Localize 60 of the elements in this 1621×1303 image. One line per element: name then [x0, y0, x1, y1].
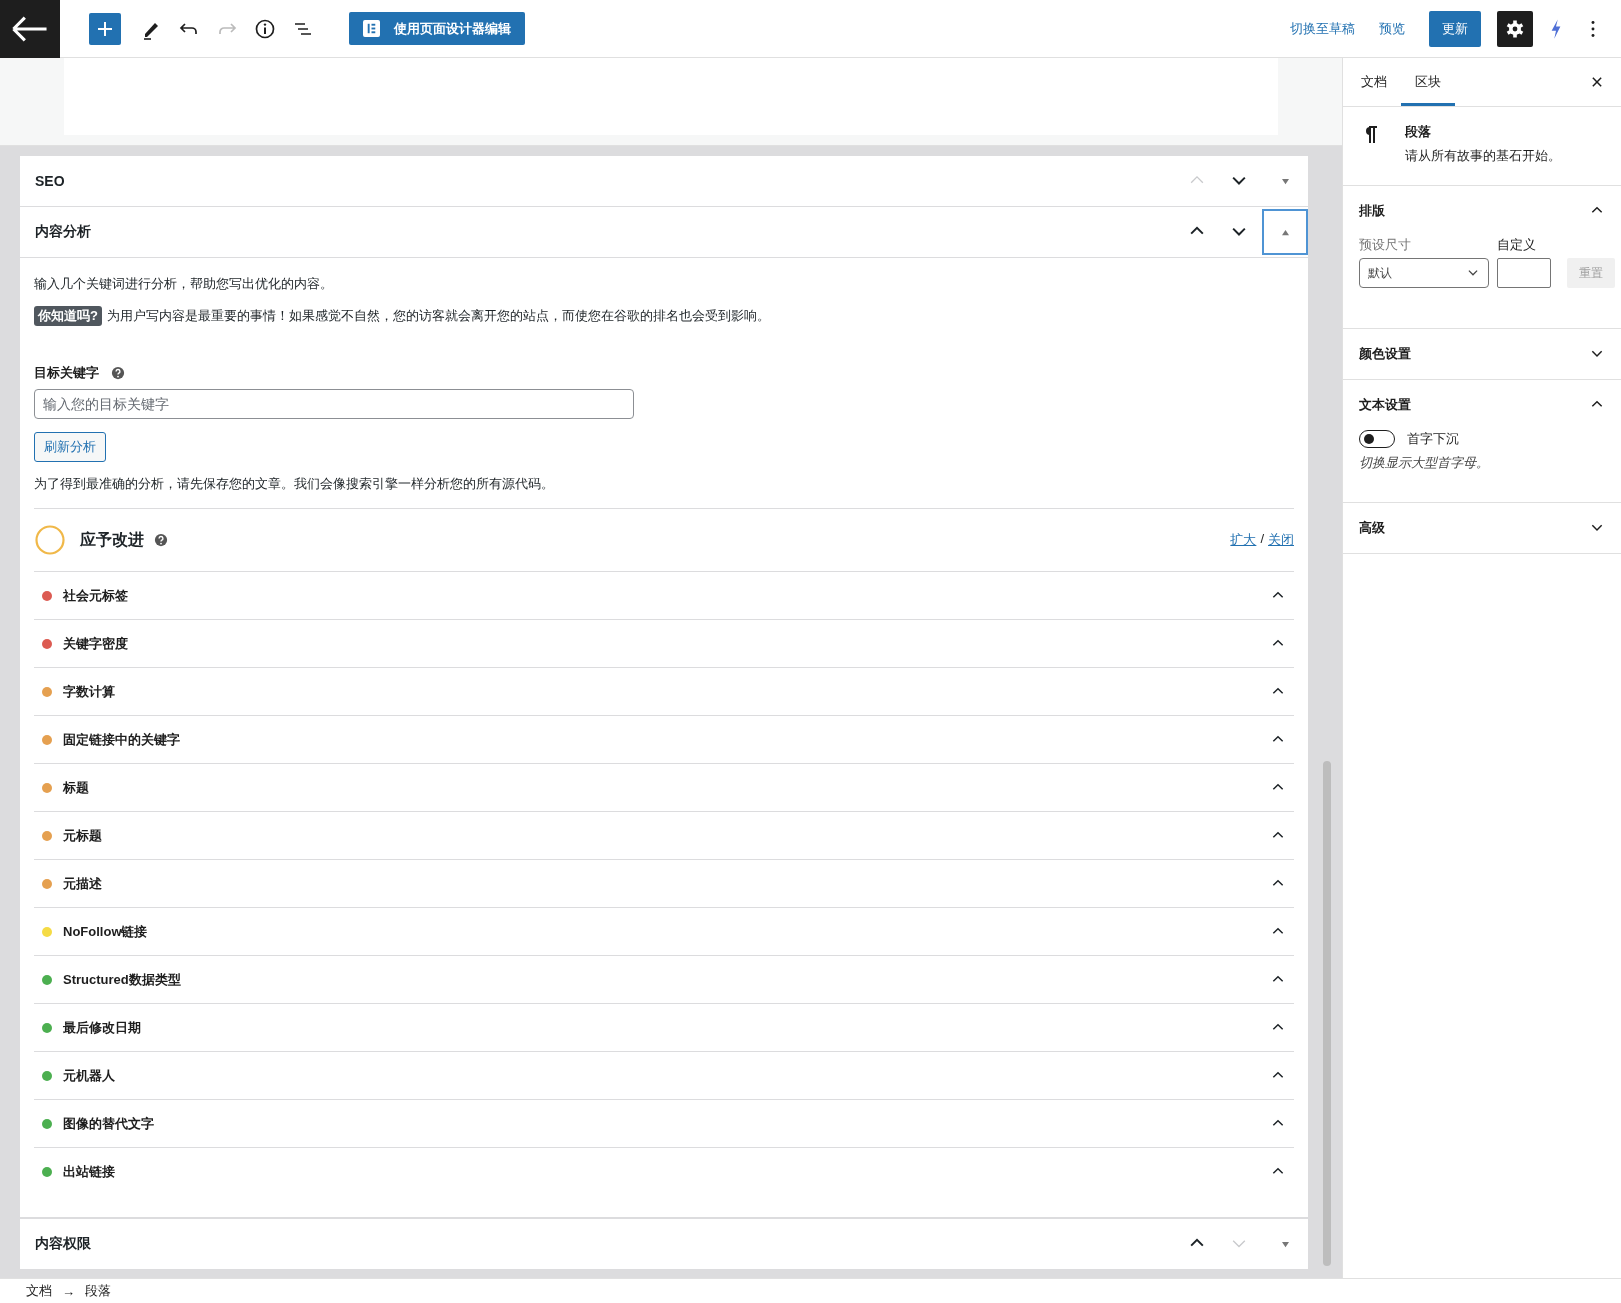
update-button[interactable]: 更新 — [1429, 10, 1481, 47]
metabox-title: SEO — [35, 173, 66, 189]
check-row[interactable]: 元描述 — [34, 860, 1294, 908]
scrollbar-thumb[interactable] — [1323, 761, 1331, 1266]
panel-header[interactable]: 排版 — [1343, 186, 1621, 236]
breadcrumb-link[interactable]: 文档 — [26, 1282, 52, 1300]
builder-logo-icon — [363, 20, 380, 37]
check-row[interactable]: 社会元标签 — [34, 572, 1294, 620]
save-hint-text: 为了得到最准确的分析，请先保存您的文章。我们会像搜索引擎一样分析您的所有源代码。 — [34, 474, 1294, 509]
refresh-analysis-button[interactable]: 刷新分析 — [34, 432, 106, 462]
drop-cap-help-text: 切换显示大型首字母。 — [1359, 454, 1490, 472]
breadcrumb-separator: → — [62, 1283, 75, 1299]
metabox-title: 内容权限 — [35, 1235, 92, 1253]
check-row[interactable]: 元机器人 — [34, 1052, 1294, 1100]
settings-icon[interactable] — [1497, 10, 1533, 47]
drop-cap-label: 首字下沉 — [1407, 430, 1459, 448]
preset-size-select[interactable]: 默认 — [1359, 258, 1489, 288]
check-row[interactable]: 最后修改日期 — [34, 1004, 1294, 1052]
close-all-link[interactable]: 关闭 — [1268, 531, 1294, 549]
custom-size-label: 自定义 — [1497, 236, 1537, 254]
add-icon[interactable] — [89, 12, 121, 45]
check-row[interactable]: 出站链接 — [34, 1148, 1294, 1195]
toggle-panel-button[interactable] — [1262, 209, 1308, 255]
panel-header[interactable]: 文本设置 — [1343, 380, 1621, 430]
custom-size-field[interactable] — [1497, 258, 1551, 288]
preset-size-label: 预设尺寸 — [1359, 236, 1412, 254]
link-separator: / — [1260, 531, 1264, 548]
check-row[interactable]: NoFollow链接 — [34, 908, 1294, 956]
switch-to-draft-link[interactable]: 切换至草稿 — [1290, 19, 1355, 38]
score-ring-icon — [34, 524, 66, 556]
preview-link[interactable]: 预览 — [1379, 19, 1405, 38]
triangle-down-icon — [1280, 177, 1290, 185]
panel-header[interactable]: 颜色设置 — [1343, 329, 1621, 379]
panel-header[interactable]: 高级 — [1343, 503, 1621, 553]
page-builder-button[interactable]: 使用页面设计器编辑 — [349, 12, 525, 45]
triangle-up-icon — [1280, 228, 1290, 236]
check-row[interactable]: 元标题 — [34, 812, 1294, 860]
check-row[interactable]: 标题 — [34, 764, 1294, 812]
check-row[interactable]: 字数计算 — [34, 668, 1294, 716]
check-row[interactable]: 关键字密度 — [34, 620, 1294, 668]
check-row[interactable]: 固定链接中的关键字 — [34, 716, 1294, 764]
expand-all-link[interactable]: 扩大 — [1230, 531, 1257, 549]
help-icon — [154, 533, 168, 547]
sidebar-tab[interactable]: 文档 — [1347, 61, 1401, 106]
tip-badge: 你知道吗? — [34, 306, 102, 326]
check-row[interactable]: Structured数据类型 — [34, 956, 1294, 1004]
block-description: 请从所有故事的基石开始。 — [1405, 147, 1561, 165]
keyword-label: 目标关键字 — [34, 364, 99, 382]
breadcrumb-link[interactable]: 段落 — [85, 1282, 111, 1300]
intro-text: 输入几个关键词进行分析，帮助您写出优化的内容。 — [34, 275, 334, 293]
check-row[interactable]: 图像的替代文字 — [34, 1100, 1294, 1148]
help-icon — [111, 366, 125, 380]
block-title: 段落 — [1405, 123, 1432, 141]
tip-text: 为用户写内容是最重要的事情！如果感觉不自然，您的访客就会离开您的站点，而使您在谷歌的排名也会受到影响。 — [106, 307, 770, 325]
metabox-title: 内容分析 — [35, 223, 92, 241]
score-title: 应予改进 — [80, 529, 144, 550]
keyword-input-field[interactable]: 输入您的目标关键字 — [34, 389, 634, 419]
triangle-down-icon — [1280, 1240, 1290, 1248]
drop-cap-toggle[interactable] — [1359, 430, 1395, 448]
sidebar-tab[interactable]: 区块 — [1401, 61, 1455, 106]
